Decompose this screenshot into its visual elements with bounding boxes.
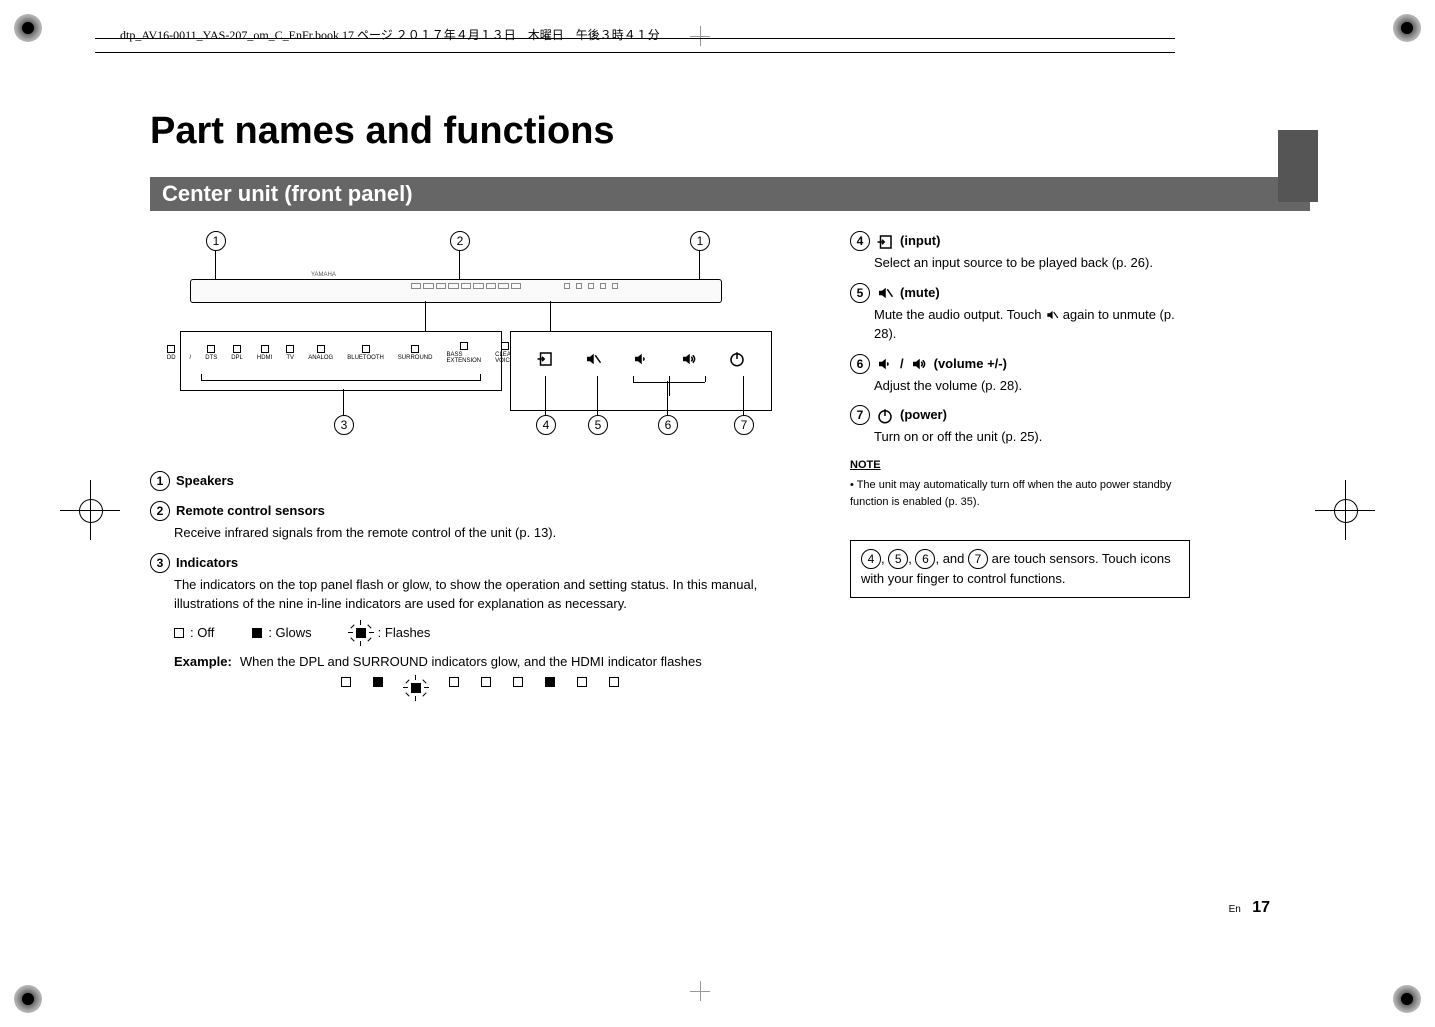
- touch-sensor-note: 4, 5, 6, and 7 are touch sensors. Touch …: [850, 540, 1190, 598]
- registration-mark: [14, 14, 42, 42]
- note-body: • The unit may automatically turn off wh…: [850, 477, 1190, 510]
- example-label: Example:: [174, 652, 232, 672]
- callout-4: 4: [536, 415, 556, 435]
- page-title: Part names and functions: [150, 110, 1310, 153]
- callout-6: 6: [658, 415, 678, 435]
- page-footer: En 17: [1229, 899, 1270, 917]
- example-indicator-row: [150, 677, 810, 699]
- callout-1-left: 1: [206, 231, 226, 251]
- power-icon: [728, 348, 746, 369]
- desc-speakers: 1Speakers: [150, 471, 810, 491]
- desc-power: 7 (power) Turn on or off the unit (p. 25…: [850, 405, 1190, 447]
- footer-lang: En: [1229, 904, 1241, 915]
- volume-up-icon: [910, 354, 928, 374]
- fold-mark: [690, 981, 710, 1001]
- callout-7: 7: [734, 415, 754, 435]
- input-icon: [536, 348, 554, 369]
- footer-page-number: 17: [1252, 899, 1270, 916]
- registration-mark: [1393, 985, 1421, 1013]
- volume-up-icon: [680, 348, 698, 369]
- mute-icon: [584, 348, 602, 369]
- legend-flashes: : Flashes: [350, 622, 431, 644]
- crop-mark: [1295, 460, 1395, 560]
- legend-glows: : Glows: [252, 623, 311, 643]
- header-file-info: dtp_AV16-0011_YAS-207_om_C_EnFr.book 17 …: [120, 26, 660, 43]
- mute-icon: [1045, 307, 1059, 322]
- section-title: Center unit (front panel): [162, 181, 413, 207]
- legend-off: : Off: [174, 623, 214, 643]
- desc-indicators: 3Indicators The indicators on the top pa…: [150, 553, 810, 700]
- soundbar-body: YAMAHA: [190, 279, 722, 303]
- callout-2: 2: [450, 231, 470, 251]
- callout-3: 3: [334, 415, 354, 435]
- mute-icon: [876, 283, 894, 303]
- callout-1-right: 1: [690, 231, 710, 251]
- volume-down-icon: [876, 354, 894, 374]
- desc-mute: 5 (mute) Mute the audio output. Touch ag…: [850, 283, 1190, 344]
- power-icon: [876, 405, 894, 425]
- fold-mark: [690, 26, 710, 46]
- section-header: Center unit (front panel): [150, 177, 1310, 211]
- desc-volume: 6 / (volume +/-) Adjust the volume (p. 2…: [850, 354, 1190, 396]
- note-heading: NOTE: [850, 457, 1190, 474]
- callout-5: 5: [588, 415, 608, 435]
- input-icon: [876, 231, 894, 251]
- front-panel-diagram: 1 2 1 YAMAHA: [150, 231, 810, 451]
- volume-down-icon: [632, 348, 650, 369]
- example-text: When the DPL and SURROUND indicators glo…: [240, 652, 702, 672]
- desc-remote-sensors: 2Remote control sensors Receive infrared…: [150, 501, 810, 543]
- page-thumb-tab: [1278, 130, 1318, 202]
- registration-mark: [1393, 14, 1421, 42]
- touch-sensor-detail-box: [510, 331, 772, 411]
- desc-input: 4 (input) Select an input source to be p…: [850, 231, 1190, 273]
- crop-mark: [40, 460, 140, 560]
- registration-mark: [14, 985, 42, 1013]
- indicator-detail-box: DD / DTS DPL HDMI TV ANALOG BLUETOOTH SU…: [180, 331, 502, 391]
- header-rule-bottom: [95, 52, 1175, 53]
